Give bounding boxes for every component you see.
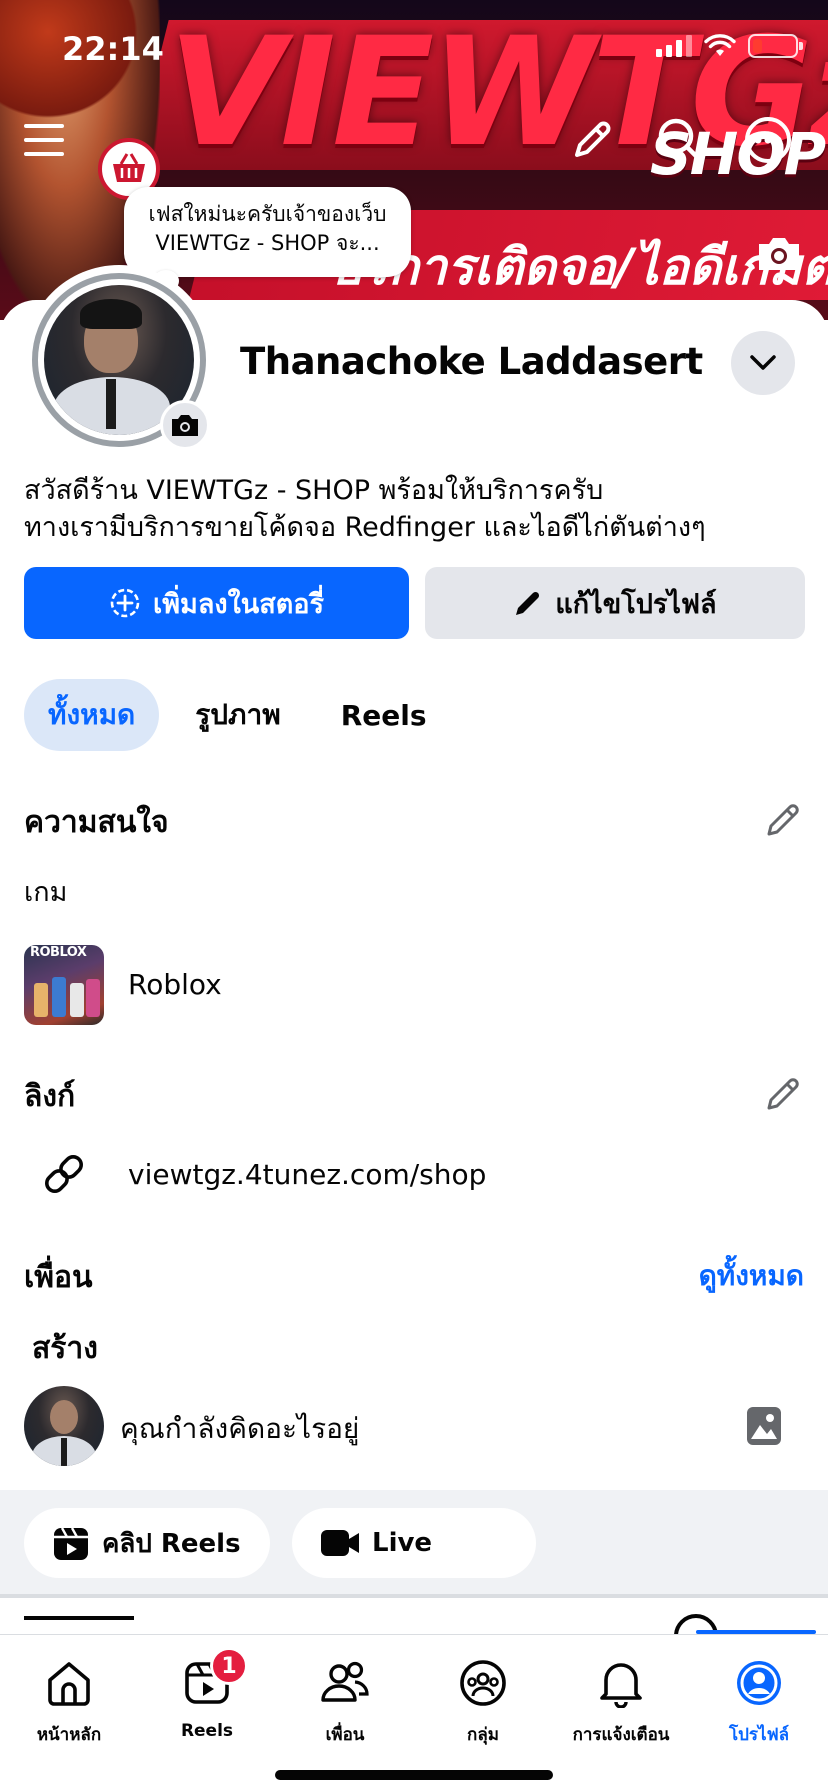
bottom-nav: หน้าหลัก 1 Reels เพื่อน กลุ่ม การแจ้งเตื… — [0, 1634, 828, 1792]
nav-groups[interactable]: กลุ่ม — [414, 1635, 552, 1792]
interests-title: ความสนใจ — [24, 805, 169, 840]
nav-notifications[interactable]: การแจ้งเตือน — [552, 1635, 690, 1792]
create-title: สร้าง — [32, 1331, 98, 1366]
create-chips-strip: คลิป Reels Live — [0, 1490, 828, 1598]
composer-avatar[interactable] — [24, 1386, 104, 1466]
reels-clip-label: คลิป Reels — [102, 1528, 241, 1559]
next-section-peek — [0, 1602, 828, 1634]
nav-home-label: หน้าหลัก — [36, 1725, 102, 1745]
nav-friends[interactable]: เพื่อน — [276, 1635, 414, 1792]
nav-profile[interactable]: โปรไฟล์ — [690, 1635, 828, 1792]
pencil-icon — [516, 591, 540, 615]
video-camera-icon — [321, 1530, 359, 1556]
bell-icon — [593, 1655, 649, 1711]
profile-tabs: ทั้งหมด รูปภาพ Reels — [24, 679, 463, 751]
roblox-logo-text: ROBLOX — [30, 945, 87, 960]
profile-icon — [731, 1655, 787, 1711]
cover-camera-icon[interactable] — [754, 232, 804, 276]
nav-profile-label: โปรไฟล์ — [728, 1725, 790, 1745]
wifi-icon — [704, 34, 736, 56]
reels-clip-icon — [54, 1527, 88, 1560]
home-icon — [41, 1655, 97, 1711]
link-icon — [38, 1148, 90, 1200]
reels-badge: 1 — [210, 1647, 248, 1685]
edit-profile-label: แก้ไขโปรไฟล์ — [555, 588, 717, 620]
interest-item-name[interactable]: Roblox — [128, 968, 222, 1001]
avatar-camera-icon[interactable] — [160, 400, 210, 450]
battery-icon — [748, 34, 803, 58]
status-time: 22:14 — [62, 30, 164, 68]
bio-line: สวัสดีร้าน VIEWTGz - SHOP พร้อมให้บริการ… — [24, 475, 604, 506]
nav-reels-label: Reels — [180, 1721, 234, 1741]
links-title: ลิงก์ — [24, 1079, 76, 1114]
nav-notifications-label: การแจ้งเตือน — [572, 1725, 670, 1745]
friends-icon — [317, 1655, 373, 1711]
roblox-thumbnail[interactable]: ROBLOX — [24, 945, 104, 1025]
add-circle-icon — [110, 588, 140, 618]
bio-line: ทางเรามีบริการขายโค้ดจอ Redfinger และไอด… — [24, 512, 706, 543]
edit-links-pencil-icon[interactable] — [763, 1074, 803, 1114]
edit-pencil-icon[interactable] — [564, 112, 620, 168]
nav-groups-label: กลุ่ม — [467, 1725, 499, 1745]
composer-input[interactable]: คุณกำลังคิดอะไรอยู่ — [120, 1407, 359, 1451]
friends-title: เพื่อน — [24, 1260, 93, 1295]
edit-interests-pencil-icon[interactable] — [763, 800, 803, 840]
menu-icon[interactable] — [16, 112, 72, 168]
nav-reels[interactable]: 1 Reels — [138, 1635, 276, 1792]
profile-bio: สวัสดีร้าน VIEWTGz - SHOP พร้อมให้บริการ… — [24, 472, 706, 546]
photo-icon[interactable] — [746, 1405, 782, 1447]
live-label: Live — [372, 1528, 433, 1558]
tab-photos[interactable]: รูปภาพ — [171, 679, 304, 751]
live-chip[interactable]: Live — [292, 1508, 536, 1578]
status-icons — [656, 34, 803, 58]
tab-reels[interactable]: Reels — [317, 679, 451, 751]
see-all-friends-link[interactable]: ดูทั้งหมด — [699, 1254, 804, 1298]
profile-link[interactable]: viewtgz.4tunez.com/shop — [128, 1158, 486, 1191]
search-icon[interactable] — [652, 112, 708, 168]
interest-category: เกม — [24, 877, 68, 908]
profile-note-text: เฟสใหม่นะครับเจ้าของเว็บ VIEWTGz - SHOP … — [148, 202, 387, 255]
add-to-story-label: เพิ่มลงในสตอรี่ — [153, 588, 324, 620]
nav-home[interactable]: หน้าหลัก — [0, 1635, 138, 1792]
reels-clip-chip[interactable]: คลิป Reels — [24, 1508, 270, 1578]
tab-all[interactable]: ทั้งหมด — [24, 679, 160, 751]
profile-name: Thanachoke Laddasert — [240, 340, 703, 383]
profile-switcher-button[interactable] — [731, 331, 795, 395]
groups-icon — [455, 1655, 511, 1711]
more-options-icon[interactable] — [740, 112, 796, 168]
chevron-down-icon — [750, 355, 776, 370]
add-to-story-button[interactable]: เพิ่มลงในสตอรี่ — [24, 567, 409, 639]
home-indicator — [275, 1770, 553, 1780]
nav-friends-label: เพื่อน — [325, 1725, 365, 1745]
profile-note-bubble[interactable]: เฟสใหม่นะครับเจ้าของเว็บ VIEWTGz - SHOP … — [124, 187, 411, 277]
cellular-signal-icon — [656, 35, 692, 57]
edit-profile-button[interactable]: แก้ไขโปรไฟล์ — [425, 567, 805, 639]
